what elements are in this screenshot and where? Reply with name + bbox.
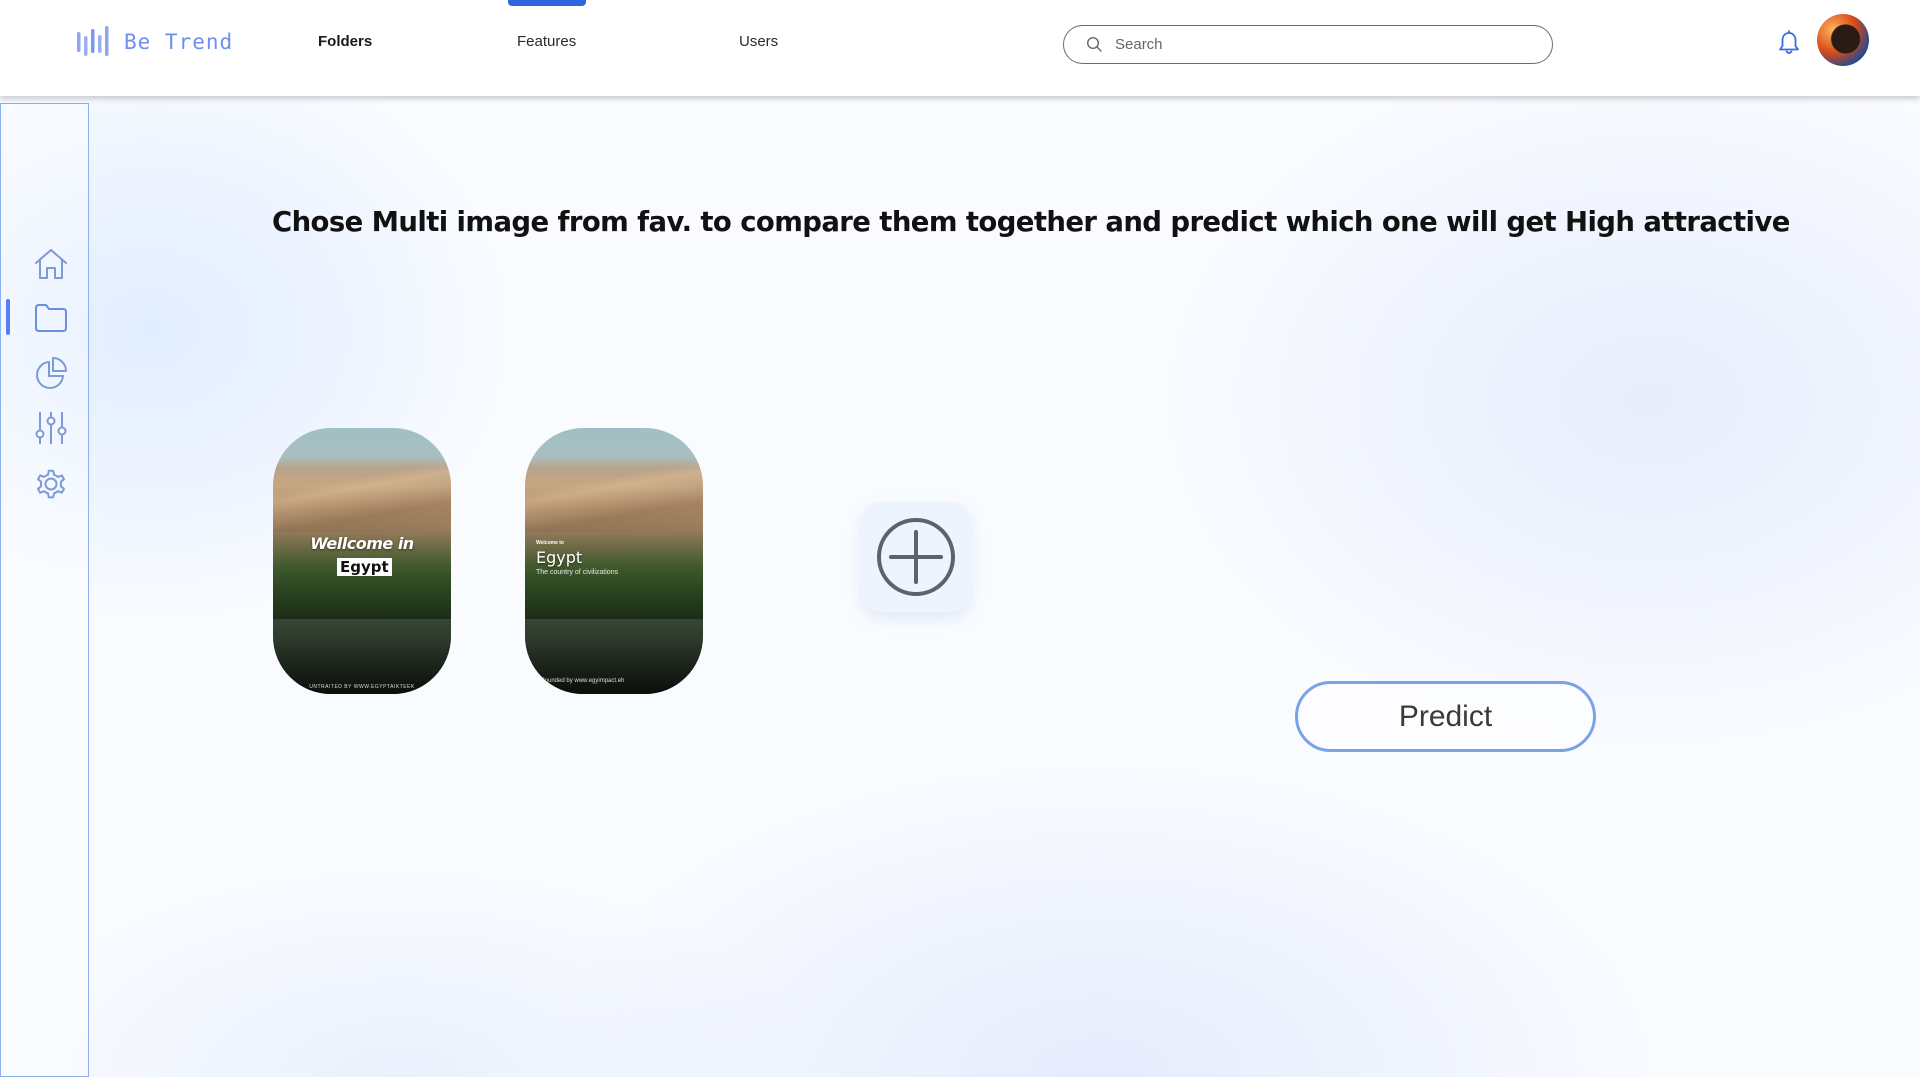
sidebar-item-filters[interactable] (33, 410, 69, 451)
favorite-image-card[interactable]: Wellcome in Egypt UNTRAITED BY WWW.EGYPT… (273, 428, 451, 694)
search-bar[interactable] (1063, 25, 1553, 64)
favorite-image-card[interactable]: Welcome to Egypt The country of civiliza… (525, 428, 703, 694)
nav-features[interactable]: Features (517, 33, 576, 50)
image-kicker-text: Welcome to (536, 540, 564, 546)
nav-users[interactable]: Users (739, 33, 778, 50)
sidebar-item-home[interactable] (33, 247, 69, 286)
image-title-line1: Wellcome in (310, 534, 414, 553)
search-input[interactable] (1113, 35, 1517, 54)
image-footer-text: Founded by www.egyimpact.eh (541, 678, 625, 684)
image-mountain-layer (273, 462, 451, 532)
top-bar: Be Trend Folders Features Users (0, 0, 1920, 96)
sidebar-item-settings[interactable] (33, 466, 69, 507)
notifications-button[interactable] (1778, 30, 1800, 61)
user-avatar[interactable] (1817, 14, 1869, 66)
image-title-line2: Egypt (337, 558, 392, 576)
sliders-icon (35, 412, 67, 444)
predict-button[interactable]: Predict (1295, 681, 1596, 752)
add-image-button[interactable] (861, 502, 971, 612)
sidebar (0, 103, 89, 1077)
sidebar-item-analytics[interactable] (33, 356, 69, 397)
active-tab-indicator (508, 0, 586, 6)
folder-icon (35, 304, 67, 332)
pie-chart-icon (36, 357, 67, 389)
bell-icon (1779, 30, 1799, 54)
brand-name: Be Trend (124, 30, 234, 54)
plus-circle-icon (877, 518, 955, 596)
image-subtitle: The country of civilizations (536, 569, 619, 576)
soundwave-logo-icon (77, 26, 109, 56)
brand-logo[interactable]: Be Trend (76, 26, 233, 58)
image-mountain-layer (525, 462, 703, 532)
gear-icon (37, 469, 65, 499)
sidebar-item-folders[interactable] (33, 302, 69, 339)
search-icon (1086, 36, 1102, 52)
sidebar-active-indicator (6, 299, 10, 335)
image-footer-text: UNTRAITED BY WWW.EGYPTAIKTEEK (309, 684, 415, 690)
home-icon (35, 249, 67, 279)
image-title: Egypt (536, 548, 583, 567)
image-river-layer (273, 619, 451, 694)
page-headline: Chose Multi image from fav. to compare t… (272, 206, 1790, 238)
nav-folders[interactable]: Folders (318, 33, 372, 50)
